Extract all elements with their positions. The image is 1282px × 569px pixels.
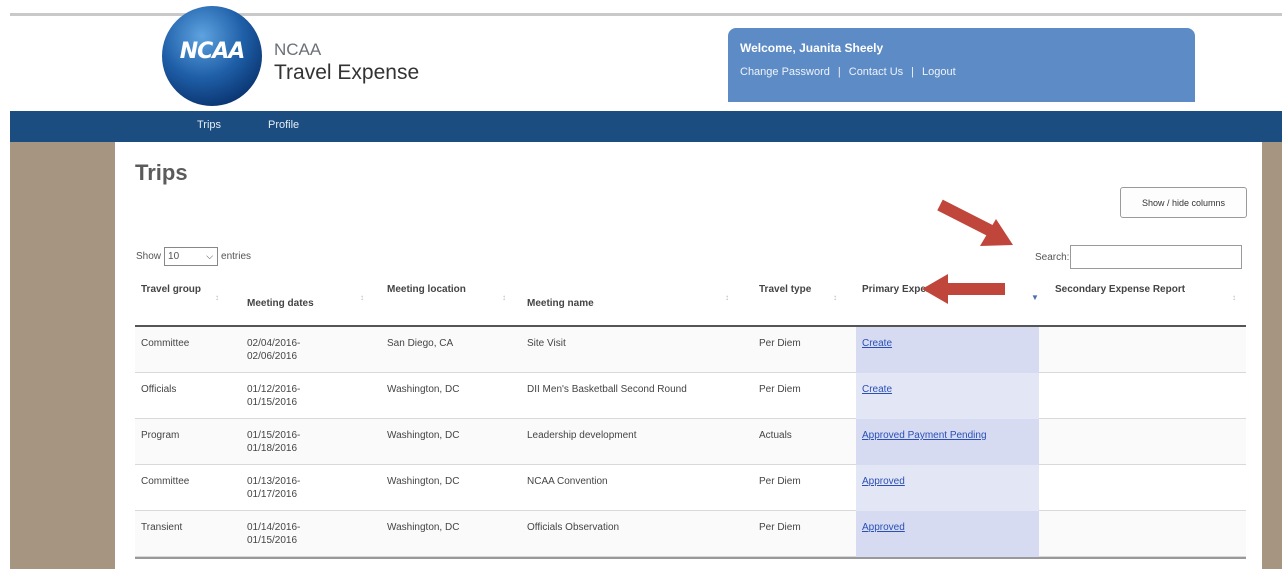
cell-meeting-dates: 01/12/2016- 01/15/2016	[247, 384, 301, 408]
cell-primary-expense-report: Approved Payment Pending	[856, 419, 1039, 465]
create-link[interactable]: Create	[862, 338, 892, 349]
cell-travel-group: Committee	[141, 476, 190, 487]
welcome-text: Welcome, Juanita Sheely	[740, 41, 884, 55]
side-panel-left	[10, 142, 115, 569]
content-area: Trips Show / hide columns Show 10 ⌵ entr…	[115, 142, 1262, 569]
ncaa-logo[interactable]: NCAA	[162, 6, 262, 106]
nav-item-profile[interactable]: Profile	[268, 119, 299, 131]
logout-link[interactable]: Logout	[922, 66, 956, 78]
cell-meeting-location: Washington, DC	[387, 384, 460, 395]
cell-meeting-location: Washington, DC	[387, 522, 460, 533]
welcome-box: Welcome, Juanita Sheely Change Password |…	[728, 28, 1195, 102]
cell-meeting-dates: 01/14/2016- 01/15/2016	[247, 522, 301, 546]
cell-travel-type: Per Diem	[759, 338, 801, 349]
sort-icon: ↕	[502, 293, 506, 302]
cell-meeting-name: Site Visit	[527, 338, 566, 349]
search-input[interactable]	[1070, 245, 1242, 269]
table-body: Committee 02/04/2016- 02/06/2016 San Die…	[135, 327, 1246, 559]
cell-meeting-dates: 02/04/2016- 02/06/2016	[247, 338, 301, 362]
sort-descending-icon: ▼	[1031, 293, 1039, 302]
entries-label: entries	[221, 251, 252, 262]
cell-meeting-name: Leadership development	[527, 430, 637, 441]
nav-item-trips[interactable]: Trips	[197, 119, 221, 131]
table-bottom-rule	[135, 557, 1246, 559]
sort-icon: ↕	[725, 293, 729, 302]
cell-travel-group: Committee	[141, 338, 190, 349]
show-hide-columns-button[interactable]: Show / hide columns	[1120, 187, 1247, 218]
change-password-link[interactable]: Change Password	[740, 66, 830, 78]
entries-control: Show 10 ⌵ entries	[136, 247, 251, 266]
table-row: Committee 01/13/2016- 01/17/2016 Washing…	[135, 465, 1246, 511]
link-separator: |	[911, 66, 915, 78]
cell-meeting-location: Washington, DC	[387, 476, 460, 487]
trips-table: Travel group ↕ Meeting dates ↕ Meeting l…	[135, 275, 1246, 559]
page: NCAA Travel Expense Welcome, Juanita She…	[0, 0, 1282, 569]
table-row: Committee 02/04/2016- 02/06/2016 San Die…	[135, 327, 1246, 373]
sort-icon: ↕	[215, 293, 219, 302]
cell-travel-type: Per Diem	[759, 522, 801, 533]
cell-meeting-name: NCAA Convention	[527, 476, 608, 487]
search-label: Search:	[1035, 252, 1070, 263]
entries-value: 10	[168, 251, 180, 262]
table-row: Transient 01/14/2016- 01/15/2016 Washing…	[135, 511, 1246, 557]
brand-title: Travel Expense	[274, 61, 420, 84]
table-row: Program 01/15/2016- 01/18/2016 Washingto…	[135, 419, 1246, 465]
header-secondary-expense-report[interactable]: Secondary Expense Report	[1055, 283, 1205, 297]
cell-travel-type: Per Diem	[759, 476, 801, 487]
sort-icon: ↕	[1232, 293, 1236, 302]
logo-text: NCAA	[179, 39, 246, 64]
sort-icon: ↕	[360, 293, 364, 302]
header-travel-type[interactable]: Travel type	[759, 283, 819, 297]
cell-travel-group: Officials	[141, 384, 177, 395]
approved-link[interactable]: Approved	[862, 476, 905, 487]
cell-travel-type: Actuals	[759, 430, 792, 441]
page-title: Trips	[135, 160, 188, 185]
cell-meeting-name: DII Men's Basketball Second Round	[527, 384, 687, 395]
sort-icon: ↕	[833, 293, 837, 302]
welcome-links: Change Password | Contact Us | Logout	[740, 66, 956, 78]
cell-meeting-name: Officials Observation	[527, 522, 620, 533]
header-travel-group[interactable]: Travel group	[141, 283, 211, 297]
create-link[interactable]: Create	[862, 384, 892, 395]
cell-primary-expense-report: Create	[856, 327, 1039, 373]
cell-travel-group: Program	[141, 430, 180, 441]
show-label: Show	[136, 251, 162, 262]
cell-meeting-dates: 01/13/2016- 01/17/2016	[247, 476, 301, 500]
header-meeting-name[interactable]: Meeting name	[527, 297, 687, 311]
cell-primary-expense-report: Create	[856, 373, 1039, 419]
link-separator: |	[837, 66, 841, 78]
table-row: Officials 01/12/2016- 01/15/2016 Washing…	[135, 373, 1246, 419]
cell-travel-type: Per Diem	[759, 384, 801, 395]
entries-select[interactable]: 10 ⌵	[164, 247, 219, 266]
header-meeting-dates[interactable]: Meeting dates	[247, 297, 357, 311]
brand-small: NCAA	[274, 40, 322, 59]
cell-travel-group: Transient	[141, 522, 183, 533]
chevron-down-icon: ⌵	[206, 251, 214, 261]
contact-us-link[interactable]: Contact Us	[849, 66, 903, 78]
side-panel-right	[1262, 142, 1282, 569]
header-meeting-location[interactable]: Meeting location	[387, 283, 467, 297]
cell-primary-expense-report: Approved	[856, 511, 1039, 557]
cell-meeting-location: San Diego, CA	[387, 338, 454, 349]
table-header: Travel group ↕ Meeting dates ↕ Meeting l…	[135, 275, 1246, 327]
header-primary-expense-report[interactable]: Primary Expense Report	[862, 283, 982, 297]
cell-meeting-location: Washington, DC	[387, 430, 460, 441]
cell-meeting-dates: 01/15/2016- 01/18/2016	[247, 430, 301, 454]
approved-link[interactable]: Approved	[862, 522, 905, 533]
navbar: Trips Profile	[10, 111, 1282, 142]
cell-primary-expense-report: Approved	[856, 465, 1039, 511]
approved-payment-pending-link[interactable]: Approved Payment Pending	[862, 430, 987, 441]
